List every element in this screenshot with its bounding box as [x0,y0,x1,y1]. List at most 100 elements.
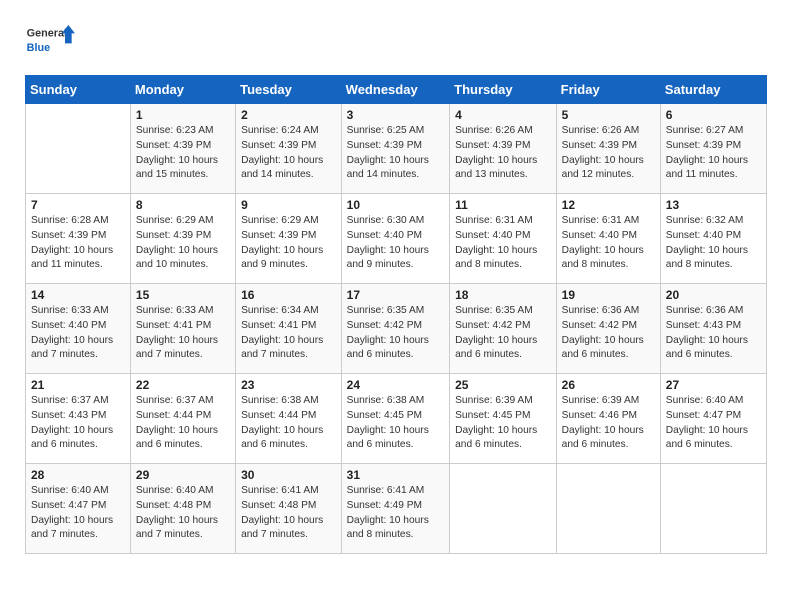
day-number: 3 [347,108,444,122]
day-info: Sunrise: 6:26 AMSunset: 4:39 PMDaylight:… [455,124,551,183]
calendar-cell: 13 Sunrise: 6:32 AMSunset: 4:40 PMDaylig… [660,194,766,284]
day-number: 11 [455,198,551,212]
svg-text:General: General [27,28,67,40]
weekday-header: Wednesday [341,76,449,104]
day-number: 30 [241,468,336,482]
day-info: Sunrise: 6:37 AMSunset: 4:43 PMDaylight:… [31,394,125,453]
day-info: Sunrise: 6:38 AMSunset: 4:45 PMDaylight:… [347,394,444,453]
day-info: Sunrise: 6:29 AMSunset: 4:39 PMDaylight:… [136,214,230,273]
calendar-cell: 28 Sunrise: 6:40 AMSunset: 4:47 PMDaylig… [26,464,131,554]
calendar-cell [556,464,660,554]
calendar-cell: 16 Sunrise: 6:34 AMSunset: 4:41 PMDaylig… [236,284,342,374]
day-number: 31 [347,468,444,482]
logo-icon: General Blue [25,20,75,60]
calendar-cell: 12 Sunrise: 6:31 AMSunset: 4:40 PMDaylig… [556,194,660,284]
calendar-cell: 27 Sunrise: 6:40 AMSunset: 4:47 PMDaylig… [660,374,766,464]
calendar-cell: 14 Sunrise: 6:33 AMSunset: 4:40 PMDaylig… [26,284,131,374]
day-number: 25 [455,378,551,392]
day-info: Sunrise: 6:35 AMSunset: 4:42 PMDaylight:… [347,304,444,363]
day-number: 5 [562,108,655,122]
calendar-cell: 30 Sunrise: 6:41 AMSunset: 4:48 PMDaylig… [236,464,342,554]
day-info: Sunrise: 6:27 AMSunset: 4:39 PMDaylight:… [666,124,761,183]
day-info: Sunrise: 6:39 AMSunset: 4:46 PMDaylight:… [562,394,655,453]
day-info: Sunrise: 6:40 AMSunset: 4:47 PMDaylight:… [31,484,125,543]
day-number: 9 [241,198,336,212]
calendar-cell: 19 Sunrise: 6:36 AMSunset: 4:42 PMDaylig… [556,284,660,374]
day-number: 22 [136,378,230,392]
day-number: 2 [241,108,336,122]
calendar-cell: 26 Sunrise: 6:39 AMSunset: 4:46 PMDaylig… [556,374,660,464]
day-info: Sunrise: 6:35 AMSunset: 4:42 PMDaylight:… [455,304,551,363]
calendar-cell: 29 Sunrise: 6:40 AMSunset: 4:48 PMDaylig… [130,464,235,554]
calendar-cell: 8 Sunrise: 6:29 AMSunset: 4:39 PMDayligh… [130,194,235,284]
day-number: 29 [136,468,230,482]
calendar-cell [450,464,557,554]
day-info: Sunrise: 6:33 AMSunset: 4:41 PMDaylight:… [136,304,230,363]
calendar-cell: 31 Sunrise: 6:41 AMSunset: 4:49 PMDaylig… [341,464,449,554]
day-number: 12 [562,198,655,212]
calendar-cell: 17 Sunrise: 6:35 AMSunset: 4:42 PMDaylig… [341,284,449,374]
day-info: Sunrise: 6:36 AMSunset: 4:43 PMDaylight:… [666,304,761,363]
day-number: 18 [455,288,551,302]
calendar-cell: 7 Sunrise: 6:28 AMSunset: 4:39 PMDayligh… [26,194,131,284]
calendar-cell [660,464,766,554]
day-number: 4 [455,108,551,122]
weekday-header: Sunday [26,76,131,104]
day-number: 26 [562,378,655,392]
day-info: Sunrise: 6:40 AMSunset: 4:47 PMDaylight:… [666,394,761,453]
day-number: 28 [31,468,125,482]
day-number: 10 [347,198,444,212]
day-info: Sunrise: 6:26 AMSunset: 4:39 PMDaylight:… [562,124,655,183]
calendar-cell: 4 Sunrise: 6:26 AMSunset: 4:39 PMDayligh… [450,104,557,194]
calendar-cell: 15 Sunrise: 6:33 AMSunset: 4:41 PMDaylig… [130,284,235,374]
svg-text:Blue: Blue [27,42,50,54]
calendar-cell: 23 Sunrise: 6:38 AMSunset: 4:44 PMDaylig… [236,374,342,464]
day-info: Sunrise: 6:33 AMSunset: 4:40 PMDaylight:… [31,304,125,363]
calendar-cell [26,104,131,194]
weekday-header: Saturday [660,76,766,104]
day-info: Sunrise: 6:31 AMSunset: 4:40 PMDaylight:… [562,214,655,273]
calendar-cell: 3 Sunrise: 6:25 AMSunset: 4:39 PMDayligh… [341,104,449,194]
day-info: Sunrise: 6:40 AMSunset: 4:48 PMDaylight:… [136,484,230,543]
calendar-cell: 2 Sunrise: 6:24 AMSunset: 4:39 PMDayligh… [236,104,342,194]
day-info: Sunrise: 6:34 AMSunset: 4:41 PMDaylight:… [241,304,336,363]
day-info: Sunrise: 6:41 AMSunset: 4:49 PMDaylight:… [347,484,444,543]
weekday-header: Thursday [450,76,557,104]
day-info: Sunrise: 6:37 AMSunset: 4:44 PMDaylight:… [136,394,230,453]
weekday-header: Friday [556,76,660,104]
calendar-table: SundayMondayTuesdayWednesdayThursdayFrid… [25,75,767,554]
day-number: 1 [136,108,230,122]
logo: General Blue [25,20,75,60]
day-info: Sunrise: 6:30 AMSunset: 4:40 PMDaylight:… [347,214,444,273]
calendar-cell: 18 Sunrise: 6:35 AMSunset: 4:42 PMDaylig… [450,284,557,374]
day-info: Sunrise: 6:32 AMSunset: 4:40 PMDaylight:… [666,214,761,273]
day-info: Sunrise: 6:23 AMSunset: 4:39 PMDaylight:… [136,124,230,183]
day-info: Sunrise: 6:38 AMSunset: 4:44 PMDaylight:… [241,394,336,453]
day-info: Sunrise: 6:24 AMSunset: 4:39 PMDaylight:… [241,124,336,183]
calendar-cell: 11 Sunrise: 6:31 AMSunset: 4:40 PMDaylig… [450,194,557,284]
day-number: 24 [347,378,444,392]
day-number: 8 [136,198,230,212]
calendar-cell: 20 Sunrise: 6:36 AMSunset: 4:43 PMDaylig… [660,284,766,374]
day-info: Sunrise: 6:36 AMSunset: 4:42 PMDaylight:… [562,304,655,363]
weekday-header: Tuesday [236,76,342,104]
day-number: 15 [136,288,230,302]
calendar-cell: 21 Sunrise: 6:37 AMSunset: 4:43 PMDaylig… [26,374,131,464]
calendar-cell: 6 Sunrise: 6:27 AMSunset: 4:39 PMDayligh… [660,104,766,194]
day-number: 17 [347,288,444,302]
calendar-cell: 5 Sunrise: 6:26 AMSunset: 4:39 PMDayligh… [556,104,660,194]
day-number: 14 [31,288,125,302]
day-number: 13 [666,198,761,212]
day-info: Sunrise: 6:25 AMSunset: 4:39 PMDaylight:… [347,124,444,183]
day-info: Sunrise: 6:39 AMSunset: 4:45 PMDaylight:… [455,394,551,453]
day-info: Sunrise: 6:28 AMSunset: 4:39 PMDaylight:… [31,214,125,273]
day-number: 27 [666,378,761,392]
calendar-cell: 9 Sunrise: 6:29 AMSunset: 4:39 PMDayligh… [236,194,342,284]
day-number: 16 [241,288,336,302]
day-info: Sunrise: 6:31 AMSunset: 4:40 PMDaylight:… [455,214,551,273]
day-number: 7 [31,198,125,212]
calendar-cell: 10 Sunrise: 6:30 AMSunset: 4:40 PMDaylig… [341,194,449,284]
day-info: Sunrise: 6:29 AMSunset: 4:39 PMDaylight:… [241,214,336,273]
weekday-header: Monday [130,76,235,104]
day-number: 6 [666,108,761,122]
